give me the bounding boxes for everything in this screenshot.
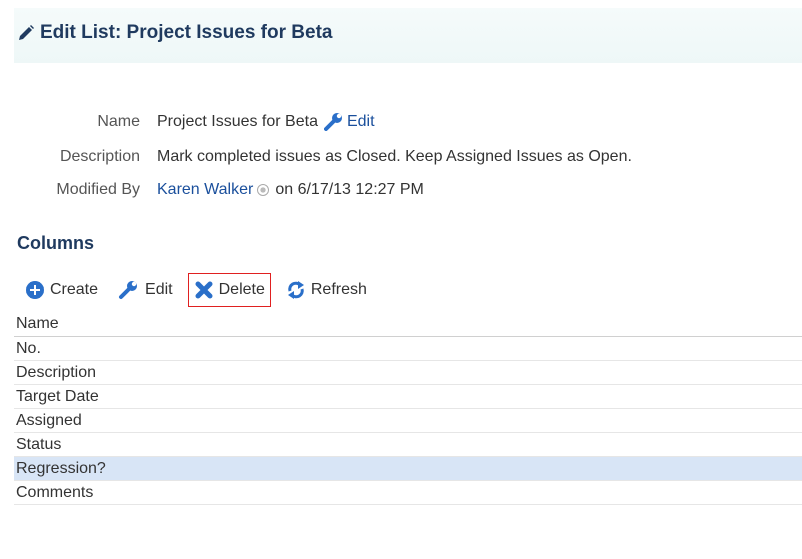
delete-label: Delete xyxy=(218,281,265,298)
delete-button[interactable]: Delete xyxy=(187,273,271,307)
name-value-wrap: Project Issues for Beta Edit xyxy=(157,113,375,131)
description-label: Description xyxy=(59,148,140,165)
name-row: Name Project Issues for Beta Edit xyxy=(0,111,802,133)
refresh-icon xyxy=(287,281,304,299)
table-row[interactable]: Comments xyxy=(14,481,802,505)
modified-user-link[interactable]: Karen Walker xyxy=(157,181,253,199)
table-row-selected[interactable]: Regression? xyxy=(14,457,802,481)
table-row[interactable]: No. xyxy=(14,337,802,361)
modified-label: Modified By xyxy=(56,181,140,198)
column-header-name[interactable]: Name xyxy=(14,312,802,337)
description-value: Mark completed issues as Closed. Keep As… xyxy=(157,148,632,165)
name-label: Name xyxy=(97,113,140,130)
edit-name-label: Edit xyxy=(346,113,375,130)
gear-add-icon xyxy=(26,281,44,299)
refresh-label: Refresh xyxy=(310,281,367,298)
table-row[interactable]: Description xyxy=(14,361,802,385)
page-title-text: Edit List: Project Issues for Beta xyxy=(40,22,333,43)
page-title: Edit List: Project Issues for Beta xyxy=(17,22,332,44)
modified-row: Modified By Karen Walker on 6/17/13 12:2… xyxy=(0,179,802,201)
edit-name-link[interactable]: Edit xyxy=(323,113,375,131)
table-row[interactable]: Target Date xyxy=(14,385,802,409)
wrench-icon xyxy=(323,113,342,131)
edit-button[interactable]: Edit xyxy=(113,274,178,306)
modified-value-wrap: Karen Walker on 6/17/13 12:27 PM xyxy=(157,181,424,199)
columns-toolbar: Create Edit Delete Refresh xyxy=(20,270,382,310)
create-button[interactable]: Create xyxy=(20,274,103,306)
description-row: Description Mark completed issues as Clo… xyxy=(0,146,802,168)
refresh-button[interactable]: Refresh xyxy=(281,274,372,306)
columns-section-title: Columns xyxy=(17,233,95,253)
pencil-icon xyxy=(17,24,35,42)
name-value: Project Issues for Beta xyxy=(157,113,318,130)
presence-icon[interactable] xyxy=(257,184,270,196)
create-label: Create xyxy=(50,281,99,298)
table-row[interactable]: Assigned xyxy=(14,409,802,433)
edit-label: Edit xyxy=(145,281,173,298)
table-row[interactable]: Status xyxy=(14,433,802,457)
modified-date: on 6/17/13 12:27 PM xyxy=(275,181,424,198)
columns-table: Name No. Description Target Date Assigne… xyxy=(14,312,802,505)
wrench-icon xyxy=(119,281,138,299)
delete-x-icon xyxy=(195,281,213,299)
